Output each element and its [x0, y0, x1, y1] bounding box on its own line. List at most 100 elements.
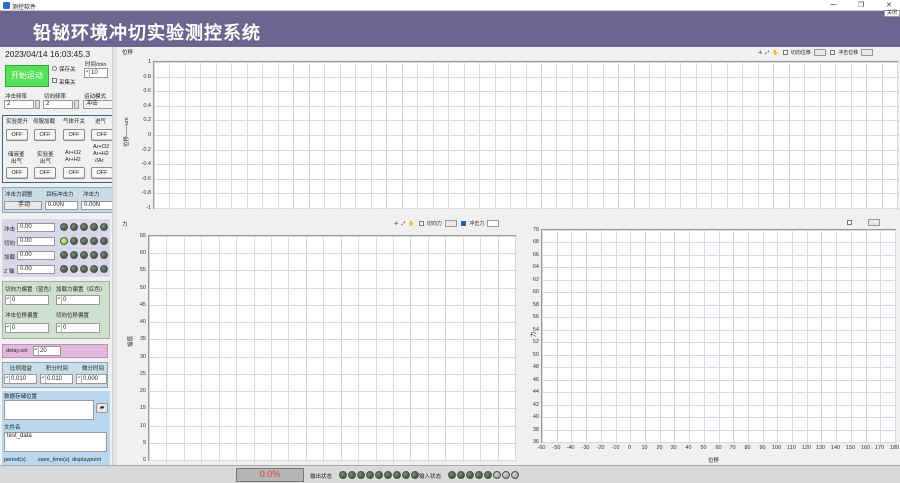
- x-tick-label: 100: [771, 445, 782, 451]
- save-toggle[interactable]: [52, 66, 57, 71]
- xy-chart-toolbar: [847, 219, 883, 228]
- time-input[interactable]: ▴▾ 10: [84, 68, 108, 78]
- save-label: 保存关: [59, 67, 76, 73]
- switch-button[interactable]: OFF: [91, 167, 113, 179]
- impact-disp-offset-input[interactable]: ▴▾ 0: [5, 323, 49, 333]
- legend-checkbox[interactable]: [847, 220, 852, 225]
- cut-freq-input[interactable]: 2: [43, 100, 73, 109]
- force-plot-area[interactable]: [148, 235, 517, 462]
- legend-checkbox[interactable]: [830, 50, 836, 55]
- motion-mode-select[interactable]: 冲击: [83, 100, 113, 109]
- y-tick-label: -0.8: [141, 189, 151, 196]
- load-offset-input[interactable]: ▴▾ 0: [56, 295, 100, 305]
- input-status-led: [448, 471, 456, 479]
- cut-offset-input[interactable]: ▴▾ 0: [5, 295, 49, 305]
- y-tick-label: 60: [532, 288, 539, 295]
- zoom-icon[interactable]: ⤢: [765, 50, 769, 56]
- switch-button[interactable]: OFF: [6, 129, 28, 141]
- input-status-led: [493, 471, 501, 479]
- pan-icon[interactable]: ✋: [772, 50, 778, 56]
- collect-toggle[interactable]: [52, 78, 57, 83]
- restore-icon[interactable]: ❐: [858, 1, 864, 9]
- storage-path-input[interactable]: [4, 400, 94, 420]
- legend-checkbox[interactable]: [782, 50, 788, 55]
- switch-button[interactable]: OFF: [6, 167, 28, 179]
- left-control-panel: 2023/04/14 16:03:45.3 开始运动 保存关 采集关 时间/mi…: [0, 47, 118, 465]
- axis-status-led: [90, 251, 98, 259]
- x-tick-label: 30: [670, 445, 677, 451]
- minimize-icon[interactable]: —: [830, 1, 837, 8]
- zoom-icon[interactable]: ⤢: [401, 221, 405, 227]
- force-displacement-chart: 力 70 68 66 64 62 60 58 56 54 52 50 48 46 44 42 40 38 36 -6…: [521, 217, 900, 465]
- folder-icon[interactable]: ▰: [96, 403, 108, 413]
- switch-button[interactable]: OFF: [34, 129, 56, 141]
- y-tick-label: 58: [532, 301, 539, 308]
- xy-plot-area[interactable]: [541, 229, 897, 444]
- x-tick-label: 10: [641, 445, 648, 451]
- input-status-led: [466, 471, 474, 479]
- close-button[interactable]: 关闭: [884, 10, 900, 17]
- y-tick-label: 35: [139, 335, 146, 342]
- legend-checkbox[interactable]: [418, 221, 424, 226]
- legend-swatch[interactable]: [813, 49, 826, 56]
- window-titlebar: 测控软件 — ❐ ✕: [0, 0, 900, 11]
- close-icon[interactable]: ✕: [886, 1, 892, 9]
- xy-x-axis-label: 位移: [708, 458, 720, 464]
- legend-swatch[interactable]: [444, 220, 457, 227]
- y-tick-label: -0.2: [141, 146, 151, 153]
- save-time-label: save_time(s): [38, 457, 70, 463]
- force-chart: 力 ✛ ⤢ ✋ 切向力 冲击力 幅值 65 60 55 50 45 40 35 30 25 20 15 1…: [118, 217, 520, 465]
- y-tick-label: 64: [532, 263, 539, 270]
- i-time-input[interactable]: ▴▾ 0.010: [40, 374, 73, 384]
- legend-swatch[interactable]: [487, 220, 500, 227]
- d-time-input[interactable]: ▴▾ 0.000: [76, 374, 107, 384]
- legend-swatch[interactable]: [861, 49, 874, 56]
- output-status-led: [357, 471, 365, 479]
- displacement-plot-area[interactable]: [153, 61, 899, 210]
- legend-swatch[interactable]: [868, 219, 880, 226]
- x-tick-label: 140: [830, 445, 841, 451]
- y-tick-label: 50: [139, 284, 146, 291]
- pan-icon[interactable]: ✋: [408, 221, 414, 227]
- legend-label: 冲击力: [469, 221, 485, 227]
- cut-disp-offset-input[interactable]: ▴▾ 0: [56, 323, 100, 333]
- switch-button[interactable]: OFF: [34, 167, 56, 179]
- target-force-value[interactable]: 0.00N: [45, 201, 78, 210]
- legend-checkbox[interactable]: [461, 221, 467, 226]
- impact-freq-slider[interactable]: [35, 100, 40, 109]
- input-status-label: 输入状态: [419, 474, 442, 480]
- switch-label: 气体开关: [63, 119, 86, 125]
- p-gain-input[interactable]: ▴▾ 0.010: [4, 374, 37, 384]
- start-motion-button[interactable]: 开始运动: [5, 65, 49, 87]
- y-tick-label: 30: [139, 353, 146, 360]
- window-title: 测控软件: [12, 5, 37, 11]
- switch-button[interactable]: OFF: [91, 129, 113, 141]
- input-status-led: [502, 471, 510, 479]
- y-tick-label: 25: [139, 370, 146, 377]
- app-icon: [3, 2, 10, 9]
- axis-status-led: [80, 237, 88, 245]
- impact-adjust-select[interactable]: 手动: [4, 201, 42, 210]
- crosshair-icon[interactable]: ✛: [394, 221, 398, 227]
- d-time-label: 微分时间: [82, 366, 105, 372]
- crosshair-icon[interactable]: ✛: [758, 50, 762, 56]
- displacement-chart-title: 位移: [122, 50, 134, 56]
- output-status-led: [402, 471, 410, 479]
- switch-button[interactable]: OFF: [63, 129, 85, 141]
- y-tick-label: 0.6: [143, 87, 151, 94]
- y-tick-label: 50: [532, 351, 539, 358]
- cut-freq-slider[interactable]: [74, 100, 79, 109]
- axis-status-led: [100, 223, 108, 231]
- axis-status-led: [80, 251, 88, 259]
- axis-status-led: [100, 251, 108, 259]
- y-tick-label: 0.4: [143, 102, 151, 109]
- left-panel-scrollbar[interactable]: [112, 47, 117, 465]
- y-tick-label: 15: [139, 404, 146, 411]
- filename-input[interactable]: test_data: [4, 432, 107, 452]
- axis-label: 切向: [4, 241, 16, 247]
- delay-input[interactable]: ▴▾ 20: [33, 346, 61, 356]
- impact-freq-input[interactable]: 2: [4, 100, 34, 109]
- switch-label: 进气: [95, 119, 107, 125]
- switch-button[interactable]: OFF: [63, 167, 85, 179]
- axis-status-led: [70, 265, 78, 273]
